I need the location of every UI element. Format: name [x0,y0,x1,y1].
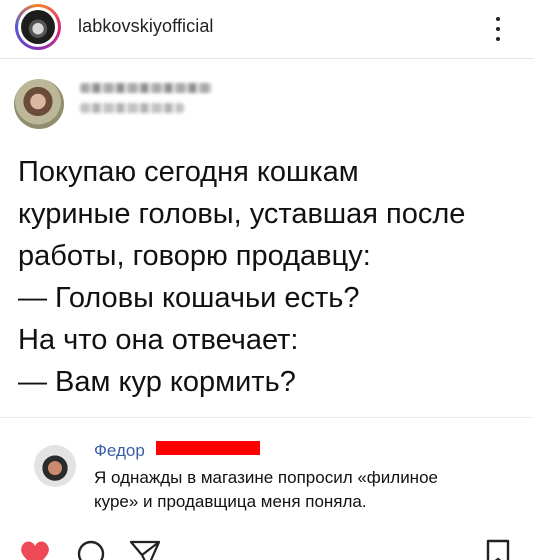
heart-icon[interactable] [18,539,52,560]
post-text-line: — Головы кошачьи есть? [18,282,360,314]
post-header: labkovskiyofficial [0,0,534,59]
dot [496,27,500,31]
avatar-image [21,10,55,44]
redaction-bar [156,441,260,455]
comment-text: Я однажды в магазине попросил «филиное к… [94,466,524,514]
post-text-line: Покупаю сегодня кошкам [18,156,359,188]
comment-icon[interactable] [74,539,108,560]
post-text-line: На что она отвечает: [18,324,299,356]
commenter-avatar [34,445,76,487]
post-text-line: куриные головы, уставшая после [18,198,466,230]
send-icon[interactable] [128,539,162,560]
divider [0,417,534,418]
post-image[interactable]: Покупаю сегодня кошкам куриные головы, у… [0,59,534,529]
post-text-line: — Вам кур кормить? [18,366,296,398]
commenter-name: Федор [94,441,145,460]
comment-text-line: Я однажды в магазине попросил «филиное [94,468,438,487]
post-text-line: работы, говорю продавцу: [18,240,371,272]
action-bar [0,535,534,560]
author-avatar [14,79,64,129]
blurred-author-name [80,83,212,93]
avatar-border [18,7,58,47]
post-text: Покупаю сегодня кошкам куриные головы, у… [18,151,523,403]
bookmark-icon[interactable] [484,539,512,560]
dot [496,37,500,41]
more-options-icon[interactable] [492,17,504,41]
comment-text-line: куре» и продавщица меня поняла. [94,492,367,511]
profile-avatar[interactable] [15,4,61,50]
username[interactable]: labkovskiyofficial [78,16,214,37]
blurred-author-handle [80,103,184,113]
dot [496,17,500,21]
